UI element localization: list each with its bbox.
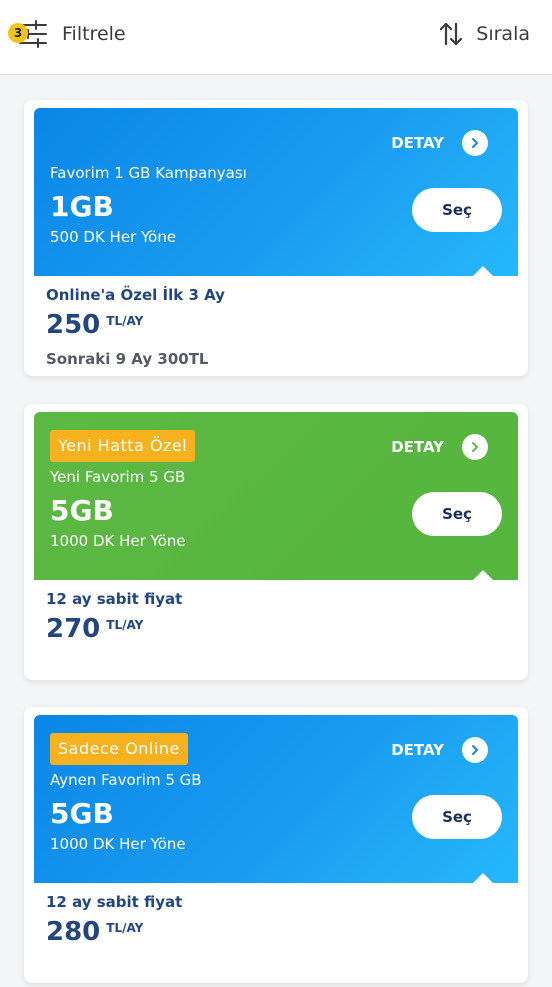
sort-button[interactable]: Sırala bbox=[440, 16, 530, 52]
detail-link[interactable]: DETAY bbox=[391, 434, 488, 460]
plan-card-3: Sadece Online DETAY Aynen Favorim 5 GB 5… bbox=[24, 707, 528, 983]
price: 280 TL/AY bbox=[46, 917, 143, 947]
plan-card-2: Yeni Hatta Özel DETAY Yeni Favorim 5 GB … bbox=[24, 404, 528, 680]
select-button[interactable]: Seç bbox=[412, 188, 502, 232]
sort-label: Sırala bbox=[476, 23, 530, 45]
price-unit: TL/AY bbox=[106, 921, 144, 935]
price-value: 270 bbox=[46, 614, 101, 644]
detail-label: DETAY bbox=[391, 438, 444, 456]
panel-notch bbox=[472, 873, 494, 884]
plan-name: Yeni Favorim 5 GB bbox=[50, 468, 186, 486]
plan-panel: Sadece Online DETAY Aynen Favorim 5 GB 5… bbox=[34, 715, 518, 884]
filter-label: Filtrele bbox=[62, 23, 126, 45]
plan-data-amount: 1GB bbox=[50, 190, 114, 223]
price-unit: TL/AY bbox=[106, 314, 144, 328]
price: 250 TL/AY bbox=[46, 310, 143, 340]
plan-name: Aynen Favorim 5 GB bbox=[50, 771, 202, 789]
plan-name: Favorim 1 GB Kampanyası bbox=[50, 164, 247, 182]
chevron-right-icon bbox=[462, 434, 488, 460]
price-value: 250 bbox=[46, 310, 101, 340]
filter-count-badge: 3 bbox=[8, 23, 28, 43]
promo-text: Online'a Özel İlk 3 Ay bbox=[46, 286, 225, 304]
select-button[interactable]: Seç bbox=[412, 795, 502, 839]
plan-panel: DETAY Favorim 1 GB Kampanyası 1GB 500 DK… bbox=[34, 108, 518, 277]
price: 270 TL/AY bbox=[46, 614, 143, 644]
promo-text: 12 ay sabit fiyat bbox=[46, 893, 183, 911]
plan-minutes: 1000 DK Her Yöne bbox=[50, 532, 186, 550]
plan-panel: Yeni Hatta Özel DETAY Yeni Favorim 5 GB … bbox=[34, 412, 518, 581]
chevron-right-icon bbox=[462, 737, 488, 763]
top-bar: 3 Filtrele Sırala bbox=[0, 0, 552, 75]
panel-notch bbox=[472, 570, 494, 581]
plan-tag: Sadece Online bbox=[50, 733, 188, 765]
plan-card-1: DETAY Favorim 1 GB Kampanyası 1GB 500 DK… bbox=[24, 100, 528, 376]
detail-link[interactable]: DETAY bbox=[391, 737, 488, 763]
filter-button[interactable]: 3 Filtrele bbox=[8, 16, 126, 52]
filter-icon-wrap: 3 bbox=[8, 16, 52, 52]
detail-label: DETAY bbox=[391, 134, 444, 152]
plan-data-amount: 5GB bbox=[50, 494, 114, 527]
detail-label: DETAY bbox=[391, 741, 444, 759]
panel-notch bbox=[472, 266, 494, 277]
plan-data-amount: 5GB bbox=[50, 797, 114, 830]
plan-minutes: 500 DK Her Yöne bbox=[50, 228, 177, 246]
select-button[interactable]: Seç bbox=[412, 492, 502, 536]
chevron-right-icon bbox=[462, 130, 488, 156]
detail-link[interactable]: DETAY bbox=[391, 130, 488, 156]
sort-arrows-icon bbox=[440, 22, 463, 46]
price-unit: TL/AY bbox=[106, 618, 144, 632]
next-price-text: Sonraki 9 Ay 300TL bbox=[46, 350, 209, 368]
price-value: 280 bbox=[46, 917, 101, 947]
promo-text: 12 ay sabit fiyat bbox=[46, 590, 183, 608]
plan-minutes: 1000 DK Her Yöne bbox=[50, 835, 186, 853]
plan-tag: Yeni Hatta Özel bbox=[50, 430, 196, 462]
